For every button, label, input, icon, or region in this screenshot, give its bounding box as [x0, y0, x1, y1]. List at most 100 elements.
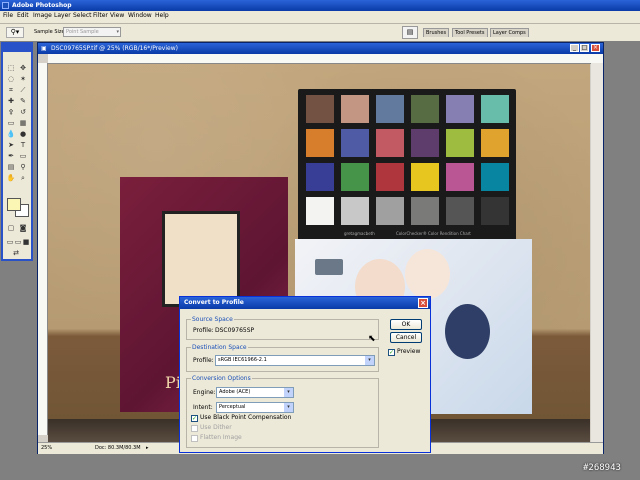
path-selection-tool-icon[interactable]: ➤: [6, 141, 16, 150]
magic-wand-tool-icon[interactable]: ✶: [18, 75, 28, 84]
app-title: Adobe Photoshop: [12, 2, 72, 9]
destination-space-heading: Destination Space: [191, 344, 248, 351]
type-tool-icon[interactable]: T: [18, 141, 28, 150]
chevron-down-icon: ▾: [365, 356, 374, 365]
color-patch: [341, 95, 369, 123]
color-patch: [411, 197, 439, 225]
menu-help[interactable]: Help: [155, 12, 169, 19]
dialog-title: Convert to Profile: [184, 299, 244, 306]
eyedropper-tool-icon[interactable]: ⚲: [18, 163, 28, 172]
sample-size-select[interactable]: Point Sample ▾: [63, 27, 121, 37]
checker-brand: gretagmacbeth: [344, 231, 375, 236]
engine-select[interactable]: Adobe (ACE) ▾: [216, 387, 294, 398]
chevron-down-icon: ▾: [284, 388, 293, 397]
cancel-button[interactable]: Cancel: [390, 332, 422, 343]
app-title-bar: Adobe Photoshop: [0, 0, 640, 11]
color-patch: [376, 129, 404, 157]
eyedropper-icon[interactable]: ⚲▾: [6, 27, 24, 38]
document-title: DSC09765SP.tif @ 25% (RGB/16*/Preview): [51, 45, 178, 52]
sample-size-value: Point Sample: [66, 29, 99, 35]
foreground-color-swatch[interactable]: [7, 198, 21, 211]
conversion-options-group: Conversion Options Engine: Adobe (ACE) ▾…: [186, 375, 379, 448]
toolbox: ⬚ ✥ ◌ ✶ ⌗ ⟋ ✚ ✎ ⚴ ↺ ▭ ▦ 💧 ● ➤ T ✒ ▭ ▤ ⚲ …: [1, 42, 33, 261]
pen-tool-icon[interactable]: ✒: [6, 152, 16, 161]
quick-mask-mode-icon[interactable]: ◙: [18, 224, 28, 233]
intent-select[interactable]: Perceptual ▾: [216, 402, 294, 413]
palette-well-toggle-icon[interactable]: ▤: [402, 26, 418, 39]
blur-tool-icon[interactable]: 💧: [6, 130, 16, 139]
dodge-tool-icon[interactable]: ●: [18, 130, 28, 139]
mouse-cursor-icon: ⬉: [368, 334, 376, 344]
color-patch: [306, 163, 334, 191]
vertical-ruler[interactable]: [38, 63, 48, 435]
tab-tool-presets[interactable]: Tool Presets: [452, 28, 488, 37]
tab-brushes[interactable]: Brushes: [423, 28, 450, 37]
menu-layer[interactable]: Layer: [54, 12, 71, 19]
source-profile-label: Profile:: [193, 327, 214, 334]
color-patch: [341, 163, 369, 191]
lasso-tool-icon[interactable]: ◌: [6, 75, 16, 84]
standard-mode-icon[interactable]: ▢: [6, 224, 16, 233]
options-bar: ⚲▾ Sample Size: Point Sample ▾ ▤: [0, 24, 640, 42]
menu-view[interactable]: View: [110, 12, 124, 19]
preview-checkbox[interactable]: ✓: [388, 349, 395, 356]
watermark: #268943: [583, 463, 621, 473]
gradient-tool-icon[interactable]: ▦: [18, 119, 28, 128]
menu-file[interactable]: File: [3, 12, 13, 19]
zoom-level[interactable]: 25%: [41, 443, 52, 454]
destination-profile-value: sRGB IEC61966-2.1: [218, 357, 267, 363]
hand-tool-icon[interactable]: ✋: [6, 174, 16, 183]
menu-select[interactable]: Select: [73, 12, 92, 19]
poster-left-portrait: [162, 211, 240, 307]
color-patch: [411, 95, 439, 123]
vertical-scrollbar[interactable]: [591, 63, 603, 443]
document-icon: ▣: [41, 45, 47, 52]
source-profile-value: DSC09765SP: [215, 327, 255, 334]
close-button[interactable]: ×: [591, 44, 600, 52]
horizontal-ruler[interactable]: [48, 54, 603, 64]
tab-layer-comps[interactable]: Layer Comps: [490, 28, 529, 37]
clone-stamp-tool-icon[interactable]: ⚴: [6, 108, 16, 117]
menu-image[interactable]: Image: [33, 12, 52, 19]
ok-button[interactable]: OK: [390, 319, 422, 330]
menu-edit[interactable]: Edit: [17, 12, 29, 19]
document-title-bar[interactable]: ▣ DSC09765SP.tif @ 25% (RGB/16*/Preview)…: [38, 43, 603, 54]
screen-mode-full-icon[interactable]: ■: [21, 238, 31, 247]
black-point-checkbox[interactable]: ✓: [191, 415, 198, 422]
color-patch: [481, 163, 509, 191]
maximize-button[interactable]: □: [580, 44, 589, 52]
sample-size-label: Sample Size:: [34, 29, 67, 35]
eraser-tool-icon[interactable]: ▭: [6, 119, 16, 128]
history-brush-tool-icon[interactable]: ↺: [18, 108, 28, 117]
destination-profile-select[interactable]: sRGB IEC61966-2.1 ▾: [215, 355, 375, 366]
document-size: Doc: 80.3M/80.3M: [95, 445, 141, 451]
shape-tool-icon[interactable]: ▭: [18, 152, 28, 161]
zoom-tool-icon[interactable]: ⌕: [18, 174, 28, 183]
color-checker-chart: gretagmacbeth ColorChecker® Color Rendit…: [298, 89, 516, 241]
color-patch: [306, 95, 334, 123]
color-patch: [446, 95, 474, 123]
jump-to-imageready-icon[interactable]: ⇄: [11, 249, 21, 258]
marquee-tool-icon[interactable]: ⬚: [6, 64, 16, 73]
flatten-checkbox[interactable]: [191, 435, 198, 442]
menu-filter[interactable]: Filter: [93, 12, 108, 19]
dialog-title-bar[interactable]: Convert to Profile ×: [180, 297, 430, 309]
preview-label: Preview: [397, 348, 421, 355]
status-menu-arrow-icon[interactable]: ▸: [146, 443, 149, 454]
notes-tool-icon[interactable]: ▤: [6, 163, 16, 172]
dialog-close-button[interactable]: ×: [418, 298, 428, 308]
toolbox-header[interactable]: [3, 44, 31, 52]
menu-window[interactable]: Window: [128, 12, 152, 19]
color-patch: [411, 129, 439, 157]
chevron-down-icon: ▾: [284, 403, 293, 412]
dither-checkbox[interactable]: [191, 425, 198, 432]
flatten-label: Flatten Image: [200, 434, 242, 441]
healing-brush-tool-icon[interactable]: ✚: [6, 97, 16, 106]
crop-tool-icon[interactable]: ⌗: [6, 86, 16, 95]
brush-tool-icon[interactable]: ✎: [18, 97, 28, 106]
move-tool-icon[interactable]: ✥: [18, 64, 28, 73]
slice-tool-icon[interactable]: ⟋: [18, 86, 28, 95]
chevron-down-icon: ▾: [116, 29, 119, 35]
minimize-button[interactable]: _: [570, 44, 579, 52]
color-patch: [306, 197, 334, 225]
